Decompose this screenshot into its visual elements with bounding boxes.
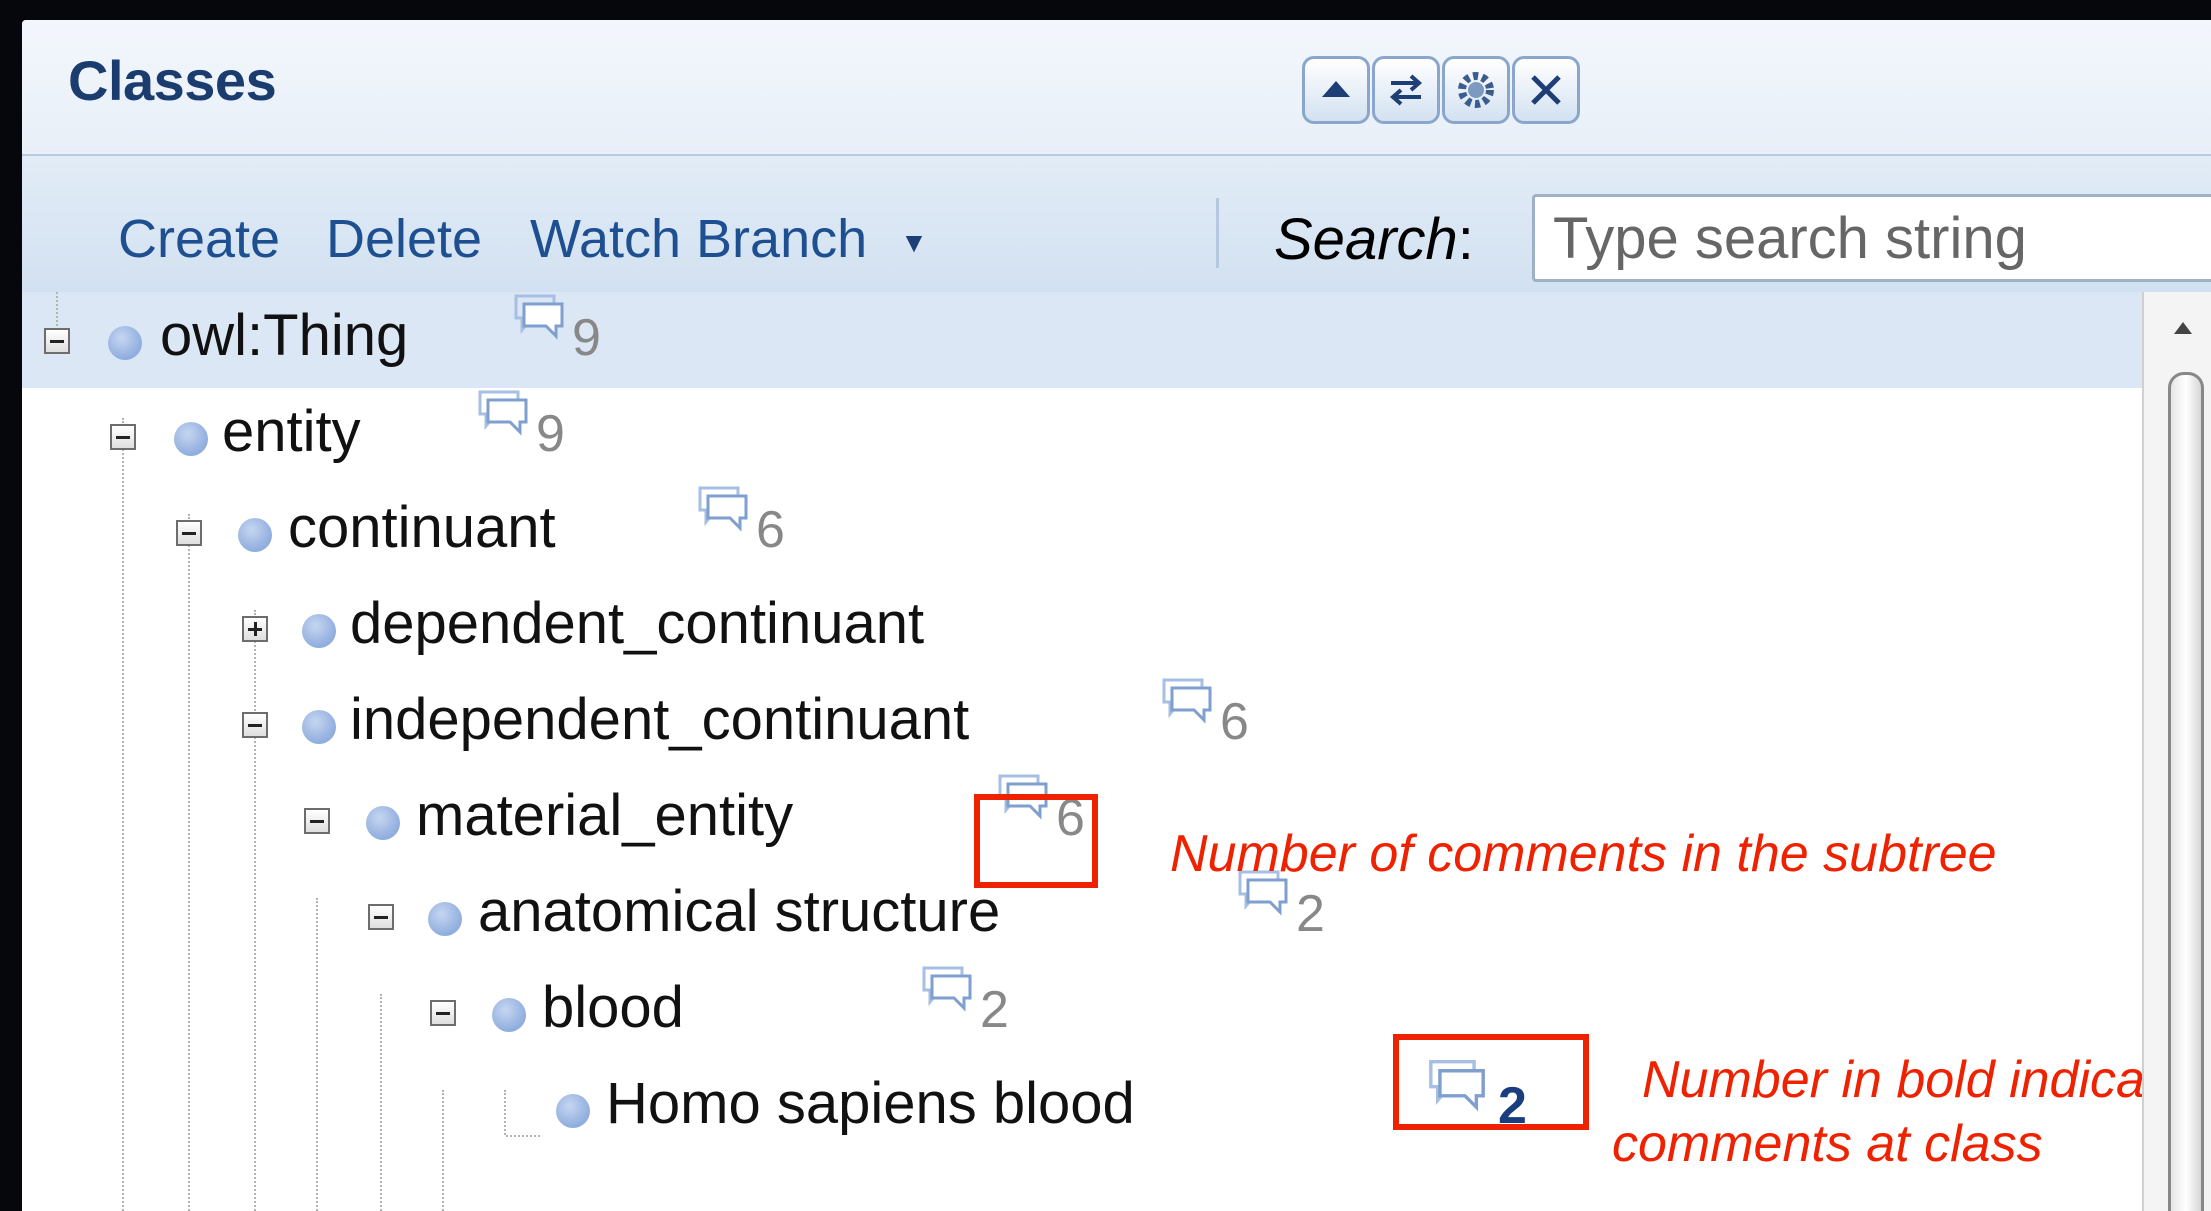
class-node-icon [108,326,142,360]
tree-row-owl-thing[interactable]: owl:Thing 9 [22,292,2122,388]
close-icon [1531,75,1561,105]
tree-row-label: anatomical structure [478,879,1001,944]
scroll-up-arrow-icon[interactable] [2174,322,2192,334]
class-node-icon [302,614,336,648]
class-node-icon [492,998,526,1032]
tree-row-independent-continuant[interactable]: independent_continuant 6 [22,676,2122,772]
comment-bubble-icon [478,390,528,436]
collapse-toggle-icon[interactable] [430,1000,456,1026]
delete-button[interactable]: Delete [326,208,482,270]
tree-row-label: material_entity [416,783,794,848]
tree-row-label: dependent_continuant [350,591,925,656]
gear-icon [1458,72,1494,108]
comment-count: 2 [980,981,1009,1039]
class-toolbar: Create Delete Watch Branch ▼ Search: [22,156,2211,292]
comment-bubble-icon [698,486,748,532]
comment-count: 6 [756,501,785,559]
class-count-highlight-box [1393,1034,1589,1130]
swap-icon [1389,74,1423,106]
class-count-annotation-line1: Number in bold indicates [1642,1051,2211,1109]
subtree-annotation: Number of comments in the subtree [1170,825,1997,883]
collapse-toggle-icon[interactable] [44,328,70,354]
collapse-toggle-icon[interactable] [176,520,202,546]
close-panel-button[interactable] [1512,56,1580,124]
tree-row-continuant[interactable]: continuant 6 [22,484,2122,580]
create-button[interactable]: Create [118,208,280,270]
toolbar-divider [1216,198,1219,268]
subtree-count-highlight-box [974,794,1098,888]
comment-count: 2 [1296,885,1325,943]
comment-bubble-icon [514,294,564,340]
class-node-icon [428,902,462,936]
scrollbar-thumb[interactable] [2168,372,2204,1211]
class-count-annotation-line2: comments at class [1612,1115,2043,1173]
settings-button[interactable] [1442,56,1510,124]
tree-row-label: blood [542,975,684,1040]
class-node-icon [556,1094,590,1128]
search-input[interactable] [1532,194,2211,282]
class-node-icon [238,518,272,552]
collapse-toggle-icon[interactable] [304,808,330,834]
tree-row-label: Homo sapiens blood [606,1071,1135,1136]
class-node-icon [366,806,400,840]
class-node-icon [302,710,336,744]
comment-count: 6 [1220,693,1249,751]
watch-branch-button[interactable]: Watch Branch ▼ [530,208,928,270]
comment-bubble-icon [1162,678,1212,724]
tree-row-dependent-continuant[interactable]: dependent_continuant [22,580,2122,676]
swap-panel-button[interactable] [1372,56,1440,124]
tree-scrollbar[interactable] [2142,292,2211,1211]
tree-row-label: owl:Thing [160,303,409,368]
comment-count: 9 [536,405,565,463]
dropdown-arrow-icon: ▼ [900,226,928,258]
comment-count: 9 [572,309,601,367]
collapse-toggle-icon[interactable] [242,712,268,738]
class-tree: owl:Thing 9 entity 9 continuant 6 depend… [22,292,2211,1211]
collapse-toggle-icon[interactable] [110,424,136,450]
tree-row-label: entity [222,399,361,464]
panel-title: Classes [68,49,277,112]
tree-row-blood[interactable]: blood 2 [22,964,2122,1060]
panel-header: Classes [22,20,2211,156]
tree-row-label: independent_continuant [350,687,970,752]
collapse-panel-button[interactable] [1302,56,1370,124]
class-node-icon [174,422,208,456]
watch-branch-label: Watch Branch [530,209,868,269]
tree-row-label: continuant [288,495,556,560]
expand-toggle-icon[interactable] [242,616,268,642]
search-label: Search: [1274,207,1474,272]
classes-panel: Classes Create Delete Watch Branch ▼ Sea… [22,20,2211,1211]
collapse-up-icon [1322,81,1350,97]
tree-row-entity[interactable]: entity 9 [22,388,2122,484]
comment-bubble-icon [922,966,972,1012]
collapse-toggle-icon[interactable] [368,904,394,930]
